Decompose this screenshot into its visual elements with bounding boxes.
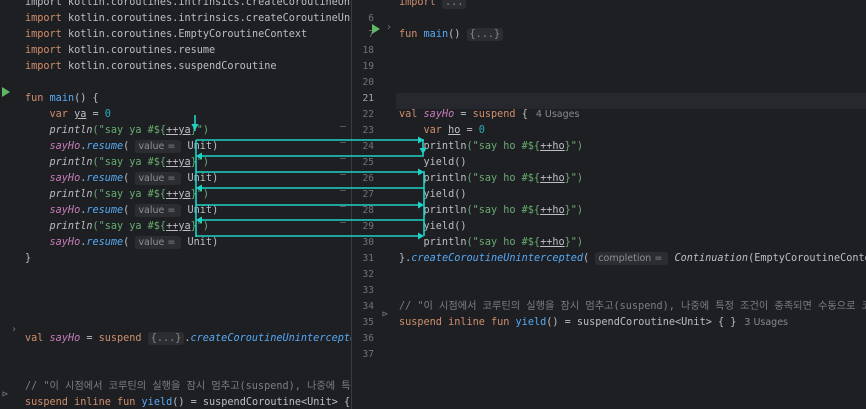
arrow-head-left-icon: [196, 216, 202, 224]
arrow-head-right-icon: [418, 232, 424, 240]
arrow-head-left-icon: [196, 184, 202, 192]
flow-arrows-overlay: [191, 115, 427, 240]
arrow-head-down-icon: [419, 148, 427, 154]
ide-window: import kotlin.coroutines.intrinsics.crea…: [0, 0, 866, 409]
arrow-head-left-icon: [196, 152, 202, 160]
arrow-head-down-icon: [191, 124, 199, 130]
arrow-head-right-icon: [418, 168, 424, 176]
arrow-head-right-icon: [418, 201, 424, 209]
